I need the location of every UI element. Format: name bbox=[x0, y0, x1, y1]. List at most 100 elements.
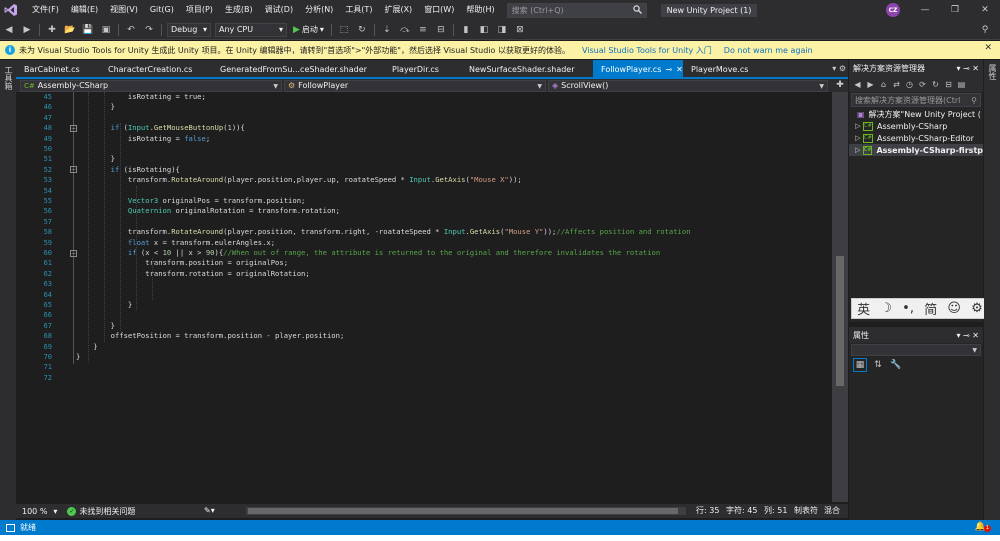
menu-item[interactable]: 生成(B) bbox=[219, 0, 259, 20]
open-file-icon[interactable]: 📂 bbox=[63, 23, 77, 37]
code-line[interactable]: isRotating = true; bbox=[76, 92, 206, 102]
switch-views-icon[interactable]: ⇄ bbox=[891, 77, 902, 91]
class-dropdown[interactable]: ⚙ FollowPlayer ▼ bbox=[284, 79, 546, 92]
fold-toggle-icon[interactable]: − bbox=[70, 124, 77, 132]
tab-playermove[interactable]: PlayerMove.cs bbox=[683, 60, 767, 78]
code-line[interactable]: offsetPosition = transform.position - pl… bbox=[76, 331, 345, 341]
platform-dropdown[interactable]: Any CPU ▾ bbox=[215, 22, 287, 37]
properties-object-dropdown[interactable]: ▼ bbox=[851, 344, 981, 356]
menu-item[interactable]: Git(G) bbox=[144, 0, 180, 20]
close-window-button[interactable]: ✕ bbox=[970, 0, 1000, 20]
pin-icon[interactable]: ⊸ bbox=[665, 65, 672, 74]
info-link-get-started[interactable]: Visual Studio Tools for Unity 入门 bbox=[582, 45, 712, 56]
comment-icon[interactable]: ⊟ bbox=[434, 23, 448, 37]
user-avatar[interactable]: CZ bbox=[886, 3, 900, 17]
project-node[interactable]: ▷ C# Assembly-CSharp-Editor bbox=[849, 132, 983, 144]
code-line[interactable]: transform.rotation = originalRotation; bbox=[76, 269, 309, 279]
emoji-icon[interactable]: ☺ bbox=[947, 301, 961, 316]
punctuation-icon[interactable]: •, bbox=[902, 301, 914, 316]
search-input[interactable]: 搜索 (Ctrl+Q) bbox=[506, 2, 647, 18]
code-line[interactable]: if (x < 10 || x > 90){//When out of rang… bbox=[76, 248, 660, 258]
brush-icon[interactable]: ✎▾ bbox=[204, 506, 215, 515]
tab-generatedshader[interactable]: GeneratedFromSu...ceShader.shader bbox=[212, 60, 384, 78]
expand-icon[interactable]: ▷ bbox=[853, 146, 863, 154]
undo-icon[interactable]: ↶ bbox=[124, 23, 138, 37]
info-link-do-not-warn[interactable]: Do not warn me again bbox=[724, 46, 813, 55]
bookmark-clear-icon[interactable]: ⊠ bbox=[513, 23, 527, 37]
code-line[interactable]: float x = transform.eulerAngles.x; bbox=[76, 238, 275, 248]
project-dropdown[interactable]: C# Assembly-CSharp ▼ bbox=[20, 79, 282, 92]
menu-item[interactable]: 工具(T) bbox=[339, 0, 378, 20]
configuration-dropdown[interactable]: Debug ▾ bbox=[167, 22, 211, 37]
new-project-icon[interactable]: ✚ bbox=[45, 23, 59, 37]
split-view-icon[interactable]: ✚ bbox=[832, 79, 848, 92]
code-line[interactable]: transform.RotateAround(player.position, … bbox=[76, 227, 691, 237]
indent-mode[interactable]: 制表符 bbox=[794, 504, 818, 518]
ime-language-toggle[interactable]: 英 bbox=[857, 299, 870, 318]
line-ending[interactable]: 混合 bbox=[824, 504, 840, 518]
code-line[interactable]: isRotating = false; bbox=[76, 134, 210, 144]
step-over-icon[interactable]: ⤼ bbox=[398, 23, 412, 37]
solution-node[interactable]: ▣ 解决方案"New Unity Project ( bbox=[849, 108, 983, 120]
close-icon[interactable]: ✕ bbox=[984, 43, 992, 53]
menu-item[interactable]: 调试(D) bbox=[259, 0, 299, 20]
forward-icon[interactable]: ▶ bbox=[20, 23, 34, 37]
back-icon[interactable]: ◀ bbox=[852, 77, 863, 91]
zoom-level[interactable]: 100 % bbox=[16, 507, 53, 516]
tab-newsurfaceshader[interactable]: NewSurfaceShader.shader bbox=[461, 60, 593, 78]
sync-icon[interactable]: ⟳ bbox=[917, 77, 928, 91]
solution-search-input[interactable]: 搜索解决方案资源管理器(Ctrl ⚲ bbox=[851, 93, 981, 107]
menu-item[interactable]: 视图(V) bbox=[104, 0, 144, 20]
live-share-icon[interactable]: ⚲ bbox=[978, 23, 992, 37]
code-line[interactable]: if (isRotating){ bbox=[76, 165, 180, 175]
tab-followplayer[interactable]: FollowPlayer.cs ⊸ ✕ bbox=[593, 60, 683, 78]
fold-toggle-icon[interactable]: − bbox=[70, 166, 77, 174]
menu-item[interactable]: 分析(N) bbox=[299, 0, 339, 20]
back-icon[interactable]: ◀ bbox=[2, 23, 16, 37]
bookmark-next-icon[interactable]: ◨ bbox=[495, 23, 509, 37]
scrollbar-thumb[interactable] bbox=[836, 256, 844, 386]
code-line[interactable]: Quaternion originalRotation = transform.… bbox=[76, 206, 340, 216]
pending-changes-icon[interactable]: ◷ bbox=[904, 77, 915, 91]
issues-indicator[interactable]: ✓ 未找到相关问题 bbox=[67, 506, 135, 517]
code-line[interactable]: Vector3 originalPos = transform.position… bbox=[76, 196, 305, 206]
moon-icon[interactable]: ☽ bbox=[880, 301, 892, 316]
browser-link-icon[interactable]: ⬚ bbox=[337, 23, 351, 37]
code-line[interactable]: } bbox=[76, 154, 115, 164]
panel-controls[interactable]: ▾ ⊸ ✕ bbox=[956, 64, 979, 73]
project-node[interactable]: ▷ C# Assembly-CSharp bbox=[849, 120, 983, 132]
step-into-icon[interactable]: ⇣ bbox=[380, 23, 394, 37]
code-line[interactable]: } bbox=[76, 102, 115, 112]
member-dropdown[interactable]: ◈ ScrollView() ▼ bbox=[548, 79, 828, 92]
refresh-icon[interactable]: ↻ bbox=[355, 23, 369, 37]
toolbox-tab[interactable]: 工具箱 bbox=[3, 66, 14, 90]
categorized-icon[interactable]: ▦ bbox=[853, 358, 867, 372]
start-button[interactable]: ▶ 启动 ▾ bbox=[293, 24, 324, 35]
scrollbar-thumb[interactable] bbox=[248, 508, 678, 514]
minimize-button[interactable]: — bbox=[910, 0, 940, 20]
menu-item[interactable]: 编辑(E) bbox=[65, 0, 104, 20]
collapse-all-icon[interactable]: ⊟ bbox=[943, 77, 954, 91]
panel-controls[interactable]: ▾ ⊸ ✕ bbox=[956, 331, 979, 340]
redo-icon[interactable]: ↷ bbox=[142, 23, 156, 37]
expand-icon[interactable]: ▷ bbox=[853, 134, 863, 142]
code-line[interactable]: transform.RotateAround(player.position,p… bbox=[76, 175, 522, 185]
settings-icon[interactable]: ⚙ bbox=[971, 301, 983, 316]
project-node[interactable]: ▷ C# Assembly-CSharp-firstp bbox=[849, 144, 983, 156]
tab-charactercreation[interactable]: CharacterCreation.cs bbox=[100, 60, 212, 78]
bookmark-icon[interactable]: ▮ bbox=[459, 23, 473, 37]
save-all-icon[interactable]: ▣ bbox=[99, 23, 113, 37]
tab-list-dropdown-icon[interactable]: ▾ ⚙ bbox=[832, 64, 846, 73]
properties-side-tab[interactable]: 属性 bbox=[987, 64, 998, 80]
close-icon[interactable]: ✕ bbox=[676, 65, 683, 74]
save-icon[interactable]: 💾 bbox=[81, 23, 95, 37]
editor-horizontal-scrollbar[interactable] bbox=[246, 507, 686, 515]
ime-toolbar[interactable]: 英 ☽ •, 简 ☺ ⚙ bbox=[851, 298, 989, 319]
menu-item[interactable]: 帮助(H) bbox=[460, 0, 500, 20]
code-editor[interactable]: 45 46 47 48 49 50 51 52 53 54 55 56 57 58 59 60 61 62 63 64… bbox=[16, 92, 832, 502]
editor-vertical-scrollbar[interactable] bbox=[832, 92, 848, 502]
restore-button[interactable]: ❐ bbox=[940, 0, 970, 20]
ime-simplified-toggle[interactable]: 简 bbox=[924, 299, 937, 318]
menu-item[interactable]: 文件(F) bbox=[26, 0, 65, 20]
chevron-down-icon[interactable]: ▾ bbox=[53, 507, 57, 516]
